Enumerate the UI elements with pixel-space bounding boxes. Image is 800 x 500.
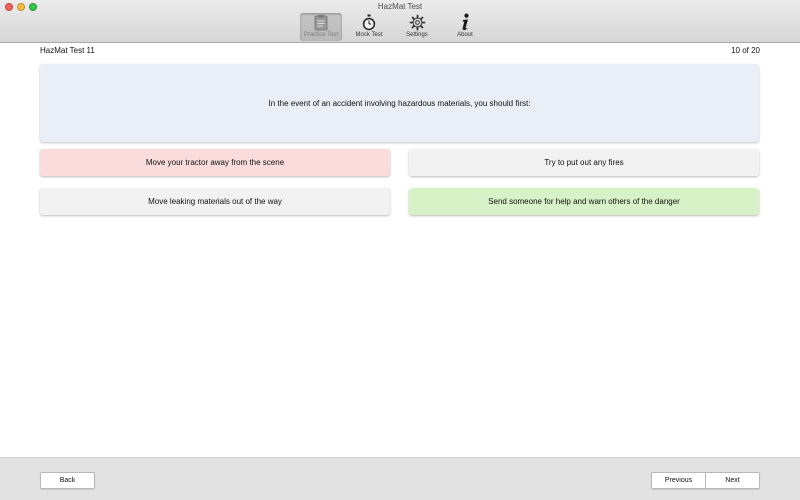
clipboard-icon xyxy=(311,13,331,31)
answer-option-1[interactable]: Move your tractor away from the scene xyxy=(40,149,390,176)
answer-text: Try to put out any fires xyxy=(544,158,624,167)
question-text: In the event of an accident involving ha… xyxy=(268,98,531,108)
tab-settings[interactable]: Settings xyxy=(396,13,438,41)
answer-text: Move your tractor away from the scene xyxy=(145,158,285,167)
tab-mock-test[interactable]: Mock Test xyxy=(348,13,390,41)
answer-text: Move leaking materials out of the way xyxy=(148,197,282,206)
tab-about[interactable]: About xyxy=(444,13,486,41)
footer-bar: Back Previous Next xyxy=(0,457,800,500)
test-name: HazMat Test 11 xyxy=(40,46,95,55)
answer-text: Send someone for help and warn others of… xyxy=(488,197,680,206)
answer-option-2[interactable]: Try to put out any fires xyxy=(409,149,759,176)
next-button[interactable]: Next xyxy=(706,472,760,489)
stopwatch-icon xyxy=(359,13,379,31)
app-window: HazMat Test Practice Test Mock Test Sett… xyxy=(0,0,800,500)
back-button[interactable]: Back xyxy=(40,472,95,489)
question-card: In the event of an accident involving ha… xyxy=(40,64,759,142)
tab-label: About xyxy=(457,32,473,38)
previous-button[interactable]: Previous xyxy=(651,472,706,489)
window-title: HazMat Test xyxy=(377,2,423,11)
gear-icon xyxy=(407,13,427,31)
navigation-segment: Previous Next xyxy=(651,472,760,489)
info-icon xyxy=(455,13,475,31)
tab-practice-test[interactable]: Practice Test xyxy=(300,13,342,41)
tab-label: Mock Test xyxy=(355,32,383,38)
tab-label: Settings xyxy=(406,32,428,38)
tab-label: Practice Test xyxy=(303,32,339,38)
toolbar: Practice Test Mock Test Settings About xyxy=(300,13,492,41)
title-bar: HazMat Test Practice Test Mock Test Sett… xyxy=(0,0,800,43)
answer-option-4[interactable]: Send someone for help and warn others of… xyxy=(409,188,759,215)
answer-option-3[interactable]: Move leaking materials out of the way xyxy=(40,188,390,215)
question-progress: 10 of 20 xyxy=(731,46,760,55)
